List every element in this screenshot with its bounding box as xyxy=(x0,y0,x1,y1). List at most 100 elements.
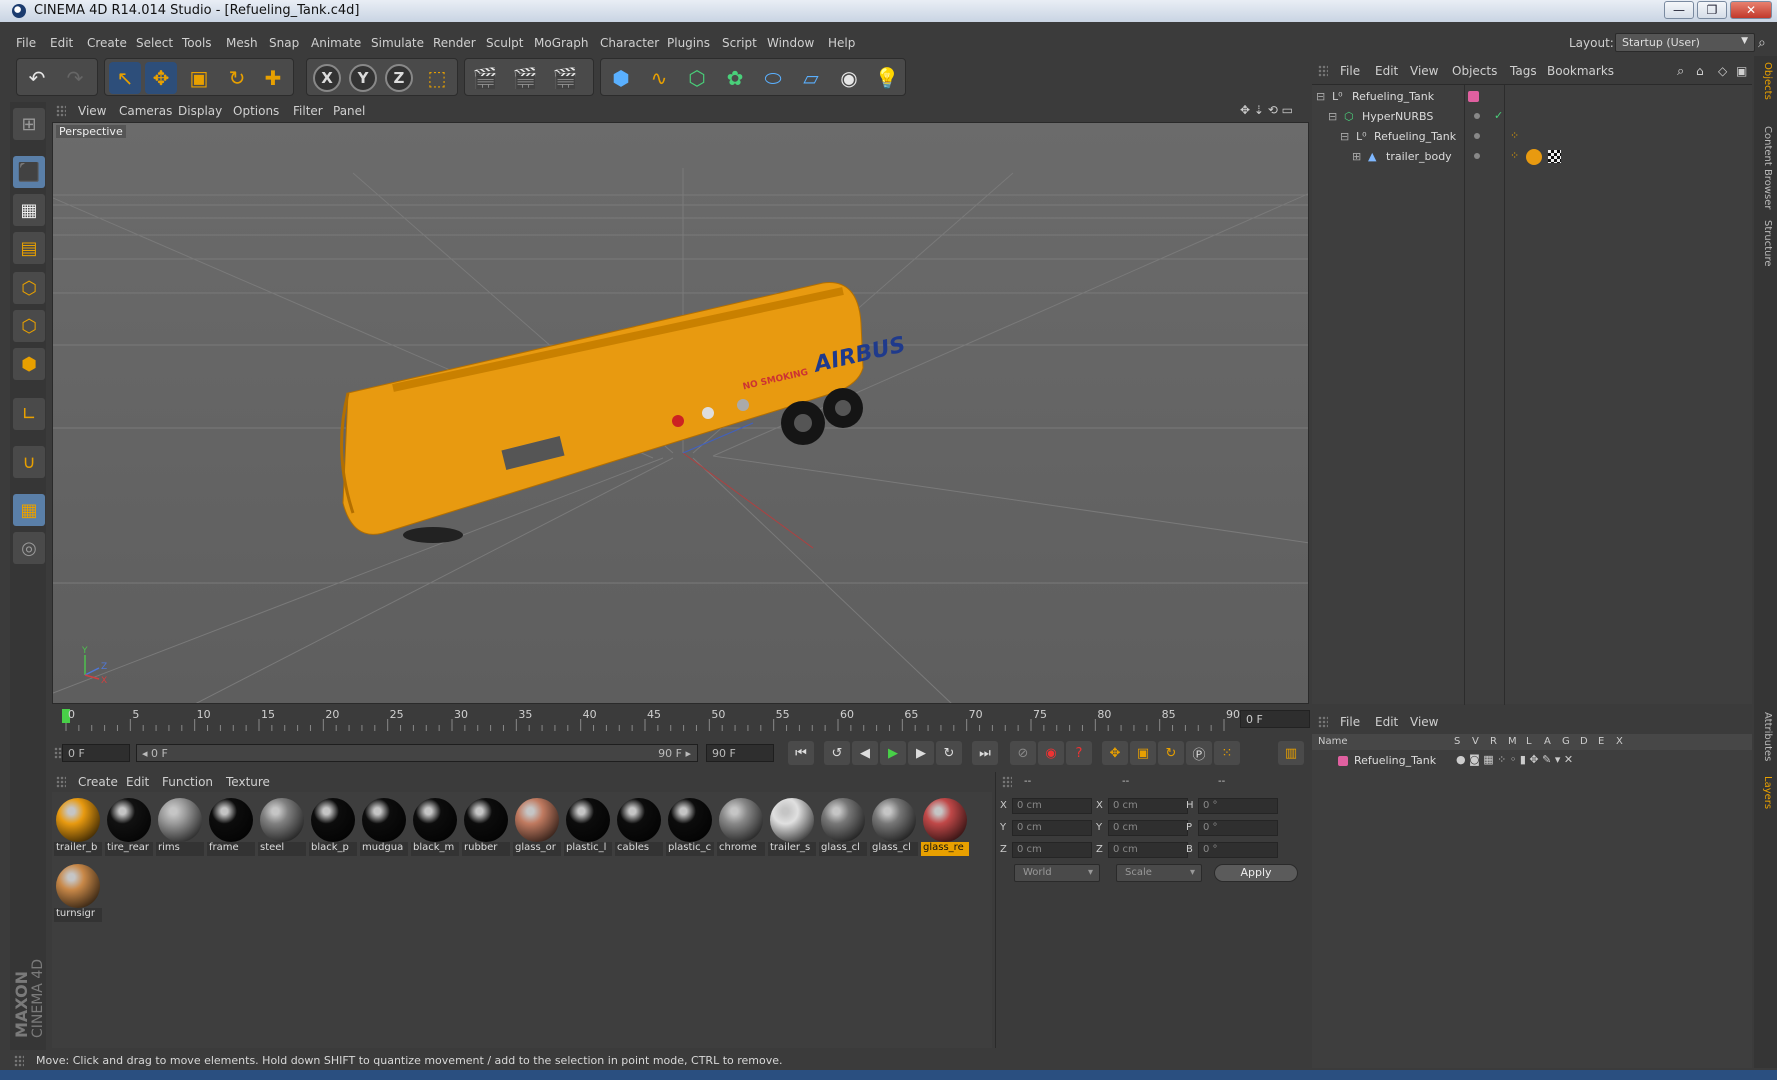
tag-icon[interactable]: ⁘ xyxy=(1510,149,1519,162)
layer-color-swatch[interactable] xyxy=(1338,756,1348,766)
coord-value-field[interactable]: 0 ° xyxy=(1198,842,1278,858)
key-parameter-icon[interactable]: Ⓟ xyxy=(1186,741,1212,765)
material-swatch[interactable]: black_p xyxy=(309,796,357,858)
material-swatch[interactable]: tire_rear xyxy=(105,796,153,858)
obj-menu-file[interactable]: File xyxy=(1340,64,1360,78)
layer-row[interactable]: Refueling_Tank ● ◙ ▦ ⁘ ◦ ▮ ✥ ✎ ▾ ✕ xyxy=(1312,752,1752,770)
material-swatch[interactable]: black_m xyxy=(411,796,459,858)
panel-grip-icon[interactable] xyxy=(56,105,66,117)
key-rotation-icon[interactable]: ↻ xyxy=(1158,741,1184,765)
vp-menu-filter[interactable]: Filter xyxy=(293,104,323,118)
cube-icon[interactable]: ⬢ xyxy=(605,62,637,94)
next-frame-icon[interactable]: ▶ xyxy=(908,741,934,765)
refueling-tank-model[interactable] xyxy=(340,282,864,544)
layer-menu-edit[interactable]: Edit xyxy=(1375,715,1398,729)
menu-tools[interactable]: Tools xyxy=(182,36,212,50)
solo-mode-icon[interactable]: ◎ xyxy=(13,532,45,564)
new-view-icon[interactable]: ▣ xyxy=(1736,64,1747,78)
material-tag-icon[interactable] xyxy=(1526,149,1542,165)
coord-value-field[interactable]: 0 cm xyxy=(1012,842,1092,858)
material-swatch[interactable]: trailer_s xyxy=(768,796,816,858)
tab-objects[interactable]: Objects xyxy=(1757,62,1773,100)
col-manager[interactable]: M xyxy=(1508,736,1517,747)
menu-character[interactable]: Character xyxy=(600,36,659,50)
perspective-viewport[interactable]: Perspective AIRBUS NO SMOKING Y Z X xyxy=(52,122,1309,704)
panel-grip-icon[interactable] xyxy=(1318,65,1328,77)
tab-structure[interactable]: Structure xyxy=(1757,220,1773,267)
undo-icon[interactable]: ↶ xyxy=(21,62,53,94)
menu-create[interactable]: Create xyxy=(87,36,127,50)
material-swatch[interactable]: rims xyxy=(156,796,204,858)
object-row-refueling-tank-child[interactable]: ⊟ L⁰ Refueling_Tank ⁘ xyxy=(1312,127,1752,147)
vp-menu-panel[interactable]: Panel xyxy=(333,104,365,118)
coord-type-select[interactable]: Scale ▾ xyxy=(1116,864,1202,882)
y-axis-lock-icon[interactable]: Y xyxy=(349,64,377,92)
material-swatch[interactable]: cables xyxy=(615,796,663,858)
col-render[interactable]: R xyxy=(1490,736,1497,747)
coord-value-field[interactable]: 0 cm xyxy=(1012,820,1092,836)
keyframe-selection-icon[interactable]: ? xyxy=(1066,741,1092,765)
nurbs-icon[interactable]: ⬡ xyxy=(681,62,713,94)
vp-menu-options[interactable]: Options xyxy=(233,104,279,118)
light-icon[interactable]: 💡 xyxy=(871,62,903,94)
menu-sculpt[interactable]: Sculpt xyxy=(486,36,523,50)
minimize-button[interactable]: — xyxy=(1664,1,1694,19)
key-position-icon[interactable]: ✥ xyxy=(1102,741,1128,765)
camera-icon[interactable]: ◉ xyxy=(833,62,865,94)
coord-value-field[interactable]: 0 ° xyxy=(1198,798,1278,814)
floor-icon[interactable]: ▱ xyxy=(795,62,827,94)
polygons-mode-icon[interactable]: ⬢ xyxy=(13,348,45,380)
col-expressions[interactable]: E xyxy=(1598,736,1604,747)
model-mode-icon[interactable]: ⬛ xyxy=(13,156,45,188)
next-key-icon[interactable]: ↻ xyxy=(936,741,962,765)
live-selection-icon[interactable]: ↖ xyxy=(109,62,141,94)
home-icon[interactable]: ⌂ xyxy=(1696,64,1704,78)
viewport-nav-icons[interactable]: ✥ ⇣ ⟲ ▭ xyxy=(1240,103,1293,117)
go-to-start-icon[interactable]: ⏮ xyxy=(788,741,814,765)
magnet-tool-icon[interactable]: ∪ xyxy=(13,446,45,478)
obj-menu-edit[interactable]: Edit xyxy=(1375,64,1398,78)
key-scale-icon[interactable]: ▣ xyxy=(1130,741,1156,765)
previous-frame-icon[interactable]: ◀ xyxy=(852,741,878,765)
material-swatch[interactable]: mudgua xyxy=(360,796,408,858)
enabled-check-icon[interactable]: ✓ xyxy=(1494,109,1503,122)
end-frame-field[interactable]: 90 F xyxy=(706,744,774,762)
timeline-window-icon[interactable]: ▥ xyxy=(1278,741,1304,765)
obj-menu-tags[interactable]: Tags xyxy=(1510,64,1537,78)
rotate-tool-icon[interactable]: ↻ xyxy=(221,62,253,94)
current-frame-field[interactable]: 0 F xyxy=(1240,710,1310,728)
tab-content-browser[interactable]: Content Browser xyxy=(1757,126,1773,209)
key-pla-icon[interactable]: ⁙ xyxy=(1214,741,1240,765)
material-swatch[interactable]: glass_or xyxy=(513,796,561,858)
obj-menu-objects[interactable]: Objects xyxy=(1452,64,1497,78)
menu-snap[interactable]: Snap xyxy=(269,36,299,50)
record-keys-icon[interactable]: ⊘ xyxy=(1010,741,1036,765)
timeline-ruler[interactable]: 0 5 10 15 20 25 30 35 40 45 50 55 60 65 70 75 80 85 90 xyxy=(52,705,1309,735)
z-axis-lock-icon[interactable]: Z xyxy=(385,64,413,92)
search-icon[interactable]: ⌕ xyxy=(1677,64,1684,79)
spline-icon[interactable]: ∿ xyxy=(643,62,675,94)
col-xref[interactable]: X xyxy=(1616,736,1623,747)
mat-menu-texture[interactable]: Texture xyxy=(226,775,270,789)
menu-file[interactable]: File xyxy=(16,36,36,50)
tab-attributes[interactable]: Attributes xyxy=(1757,712,1773,761)
close-button[interactable]: ✕ xyxy=(1730,1,1772,19)
panel-grip-icon[interactable] xyxy=(56,776,66,788)
material-swatch[interactable]: trailer_b xyxy=(54,796,102,858)
coord-value-field[interactable]: 0 ° xyxy=(1198,820,1278,836)
layer-menu-file[interactable]: File xyxy=(1340,715,1360,729)
panel-grip-icon[interactable] xyxy=(1318,716,1328,728)
obj-menu-bookmarks[interactable]: Bookmarks xyxy=(1547,64,1614,78)
col-generators[interactable]: G xyxy=(1562,736,1570,747)
col-animation[interactable]: A xyxy=(1544,736,1551,747)
expand-icon[interactable]: ⊟ xyxy=(1328,110,1337,123)
col-deformers[interactable]: D xyxy=(1580,736,1588,747)
col-visible[interactable]: V xyxy=(1472,736,1479,747)
material-swatch[interactable]: steel xyxy=(258,796,306,858)
make-editable-icon[interactable]: ⊞ xyxy=(13,108,45,140)
autokey-icon[interactable]: ◉ xyxy=(1038,741,1064,765)
vp-menu-view[interactable]: View xyxy=(78,104,106,118)
expand-icon[interactable]: ⊞ xyxy=(1352,150,1361,163)
edges-mode-icon[interactable]: ⬡ xyxy=(13,310,45,342)
points-mode-icon[interactable]: ⬡ xyxy=(13,272,45,304)
